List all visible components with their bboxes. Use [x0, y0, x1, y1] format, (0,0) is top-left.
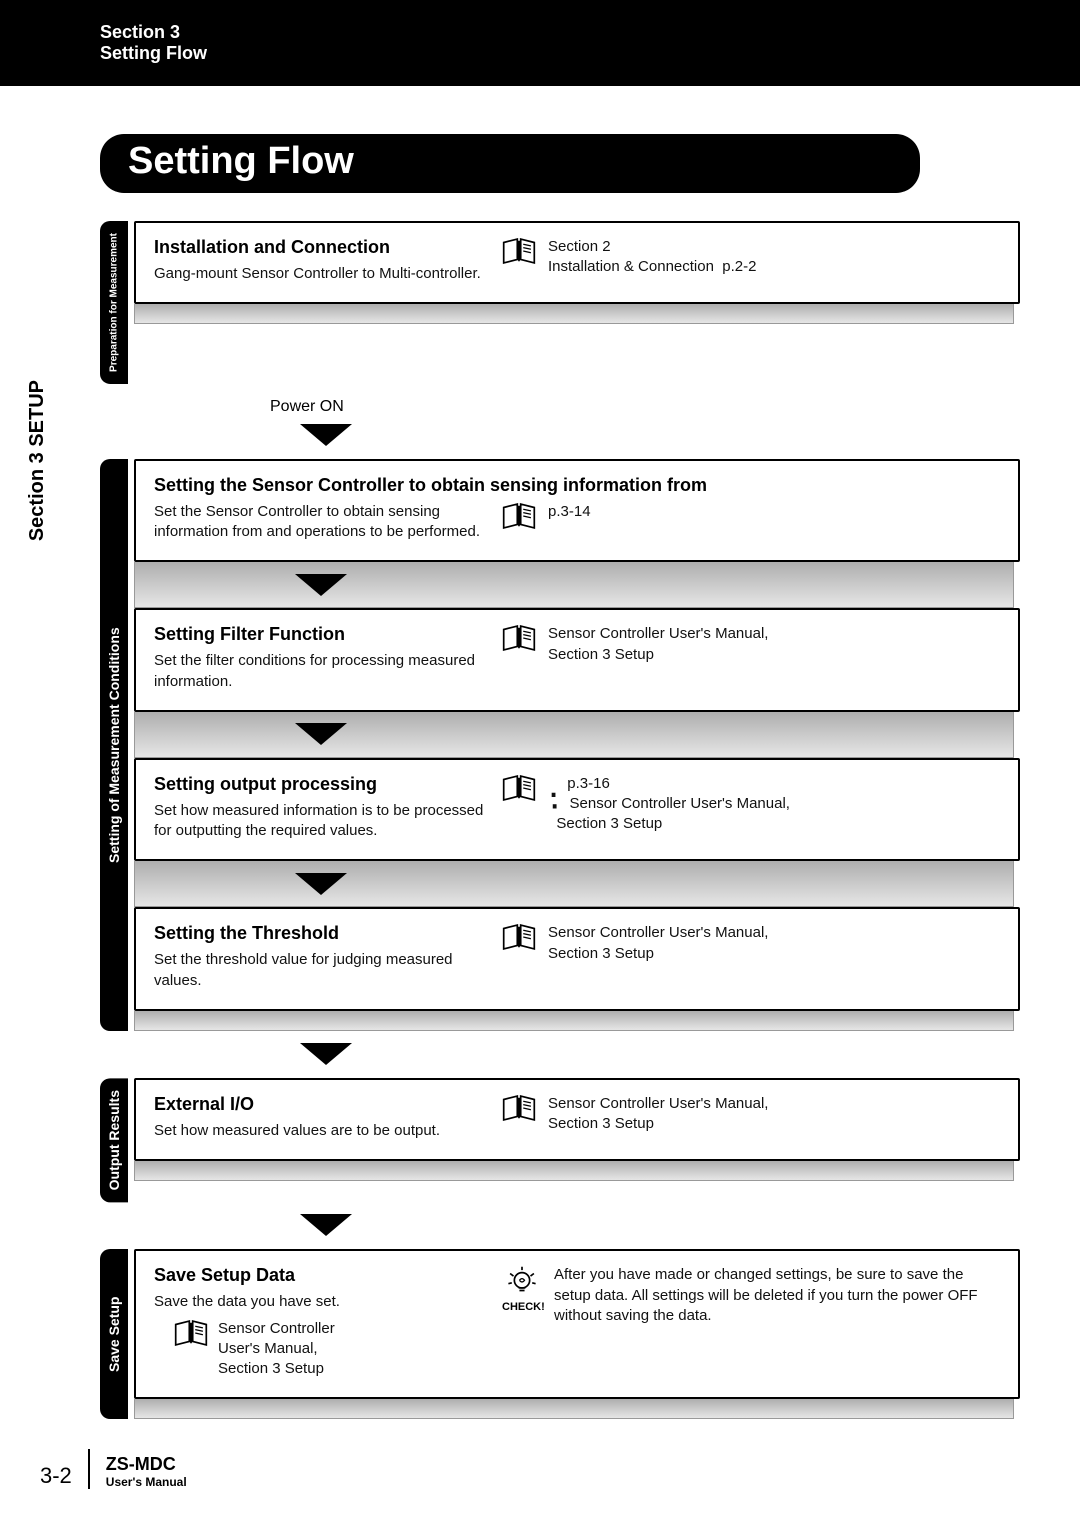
arrow-down-icon [300, 1214, 352, 1236]
footer-model: ZS-MDC [106, 1454, 187, 1475]
card-shadow [134, 861, 1014, 907]
arrow-down-icon [295, 723, 347, 745]
card-desc: Gang-mount Sensor Controller to Multi-co… [154, 264, 484, 284]
card-ref: Sensor Controller User's Manual, Section… [548, 923, 768, 964]
header-title: Setting Flow [100, 43, 1080, 64]
card-ref: Section 2 Installation & Connection p.2-… [548, 237, 756, 278]
arrow-down-icon [295, 574, 347, 596]
book-icon [502, 237, 536, 265]
card-title: Setting Filter Function [154, 624, 484, 645]
arrow-down-icon [300, 424, 352, 446]
check-label: CHECK! [502, 1301, 545, 1313]
page-ref: p.3-14 [548, 503, 591, 520]
card-sensing-info: Setting the Sensor Controller to obtain … [134, 459, 1020, 563]
page-title: Setting Flow [100, 134, 920, 193]
sub-ref: Sensor Controller User's Manual, Section… [218, 1319, 335, 1380]
card-threshold: Setting the Threshold Set the threshold … [134, 907, 1020, 1011]
footer-divider [88, 1449, 90, 1489]
card-title: Setting the Threshold [154, 923, 484, 944]
card-desc: Save the data you have set. [154, 1292, 484, 1312]
page-number: 3-2 [40, 1463, 72, 1489]
arrow-down-icon [300, 1043, 352, 1065]
group-preparation: Preparation for Measurement Installation… [100, 221, 1020, 384]
card-desc: Set the Sensor Controller to obtain sens… [154, 502, 484, 543]
group-output: Output Results External I/O Set how meas… [100, 1078, 1020, 1202]
card-shadow [134, 1161, 1014, 1181]
side-section-tab: Section 3 SETUP [26, 380, 49, 541]
card-ref: . p.3-16 · Sensor Controller User's Manu… [548, 774, 790, 835]
card-output-processing: Setting output processing Set how measur… [134, 758, 1020, 862]
card-ref: Sensor Controller User's Manual, Section… [548, 624, 768, 665]
card-shadow [134, 1399, 1014, 1419]
card-title: Setting the Sensor Controller to obtain … [154, 475, 1000, 496]
check-text: After you have made or changed settings,… [554, 1265, 1000, 1326]
book-icon [174, 1319, 208, 1347]
card-desc: Set the threshold value for judging meas… [154, 950, 484, 991]
card-shadow [134, 712, 1014, 758]
footer-manual: User's Manual [106, 1475, 187, 1489]
card-filter: Setting Filter Function Set the filter c… [134, 608, 1020, 712]
card-installation: Installation and Connection Gang-mount S… [134, 221, 1020, 304]
card-shadow [134, 304, 1014, 324]
book-icon [502, 1094, 536, 1122]
power-on-label: Power ON [270, 398, 1020, 416]
tab-preparation: Preparation for Measurement [100, 221, 128, 384]
book-icon [502, 624, 536, 652]
card-title: External I/O [154, 1094, 484, 1115]
group-save: Save Setup Save Setup Data Save the data… [100, 1249, 1020, 1419]
group-conditions: Setting of Measurement Conditions Settin… [100, 459, 1020, 1031]
card-external-io: External I/O Set how measured values are… [134, 1078, 1020, 1161]
card-shadow [134, 562, 1014, 608]
card-title: Save Setup Data [154, 1265, 484, 1286]
card-title: Setting output processing [154, 774, 484, 795]
tab-output: Output Results [100, 1078, 128, 1202]
arrow-down-icon [295, 873, 347, 895]
card-shadow [134, 1011, 1014, 1031]
card-ref: Sensor Controller User's Manual, Section… [548, 1094, 768, 1135]
book-icon [502, 923, 536, 951]
tab-conditions: Setting of Measurement Conditions [100, 459, 128, 1031]
card-desc: Set how measured information is to be pr… [154, 801, 484, 842]
card-save-setup: Save Setup Data Save the data you have s… [134, 1249, 1020, 1399]
page-footer: 3-2 ZS-MDC User's Manual [0, 1419, 1080, 1489]
card-title: Installation and Connection [154, 237, 484, 258]
page-header: Section 3 Setting Flow [0, 0, 1080, 86]
book-icon [502, 774, 536, 802]
tab-save: Save Setup [100, 1249, 128, 1419]
card-desc: Set how measured values are to be output… [154, 1121, 484, 1141]
card-desc: Set the filter conditions for processing… [154, 651, 484, 692]
book-icon [502, 502, 536, 530]
header-section: Section 3 [100, 22, 1080, 43]
check-icon: CHECK! [502, 1265, 542, 1313]
